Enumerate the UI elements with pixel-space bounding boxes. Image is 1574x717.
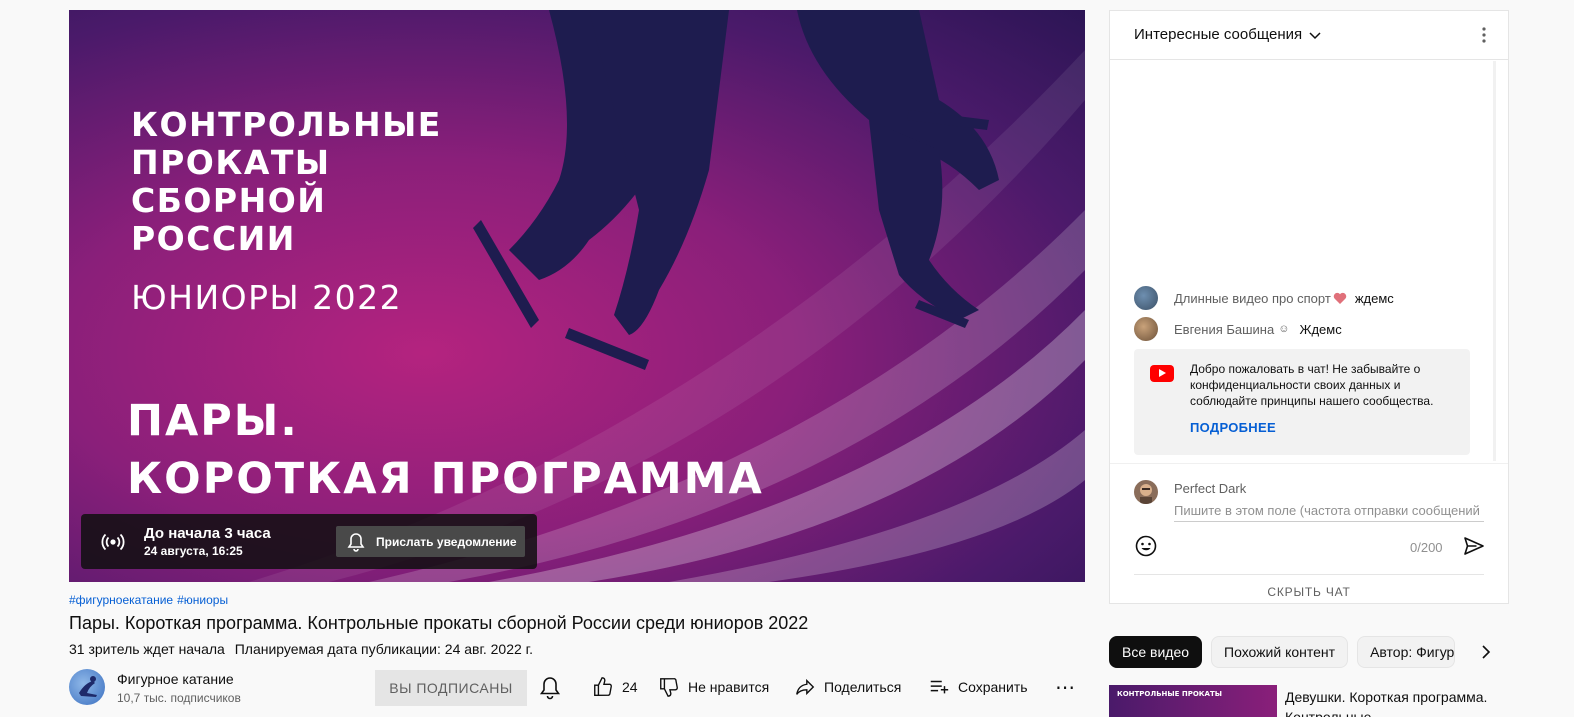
poster-title-line: СБОРНОЙ <box>131 181 327 220</box>
chat-text: Ждемс <box>1299 321 1342 337</box>
poster-subtitle: ЮНИОРЫ 2022 <box>131 278 403 317</box>
chat-author[interactable]: Длинные видео про спорт <box>1174 291 1331 306</box>
recommended-title[interactable]: Девушки. Короткая программа. Контрольные <box>1285 687 1505 717</box>
heart-icon <box>1333 292 1347 304</box>
chat-mode-dropdown[interactable]: Интересные сообщения <box>1134 26 1322 43</box>
notify-button[interactable]: Прислать уведомление <box>336 526 525 557</box>
emoji-icon[interactable] <box>1134 534 1158 558</box>
learn-more-link[interactable]: ПОДРОБНЕЕ <box>1190 420 1276 435</box>
char-counter: 0/200 <box>1410 540 1443 555</box>
hashtag-link[interactable]: #фигурноекатание <box>69 593 173 607</box>
smiley-icon: ☺ <box>1278 323 1290 335</box>
chip-all-videos[interactable]: Все видео <box>1109 636 1203 668</box>
more-actions-icon[interactable]: ⋯ <box>1055 675 1076 700</box>
welcome-text: Добро пожаловать в чат! Не забывайте о к… <box>1190 362 1434 408</box>
hashtag-link[interactable]: #юниоры <box>177 593 228 607</box>
chevron-down-icon <box>1309 31 1321 39</box>
kebab-menu-icon[interactable] <box>1482 25 1486 45</box>
broadcast-icon <box>101 533 125 551</box>
skater-icon <box>79 676 97 697</box>
user-face-icon <box>1140 484 1152 504</box>
poster-title-line: ПРОКАТЫ <box>131 143 331 182</box>
channel-name[interactable]: Фигурное катание <box>117 671 234 687</box>
like-count: 24 <box>622 679 638 695</box>
welcome-banner: Добро пожаловать в чат! Не забывайте о к… <box>1134 349 1470 455</box>
dislike-label: Не нравится <box>688 679 770 695</box>
related-filter-chips: Все видео Похожий контент Автор: Фигурно… <box>1109 636 1464 668</box>
channel-avatar[interactable] <box>69 669 105 705</box>
chat-mode-title: Интересные сообщения <box>1134 26 1303 43</box>
hashtags: #фигурноекатание #юниоры <box>69 593 232 607</box>
chat-header: Интересные сообщения <box>1110 11 1508 60</box>
chip-author[interactable]: Автор: Фигурное катание <box>1357 636 1456 668</box>
poster-event-line: КОРОТКАЯ ПРОГРАММА <box>127 454 764 504</box>
subscribed-button[interactable]: ВЫ ПОДПИСАНЫ <box>375 670 527 706</box>
bell-icon[interactable] <box>539 676 561 700</box>
chat-text: ждемс <box>1354 290 1394 306</box>
video-meta: 31 зритель ждет начала Планируемая дата … <box>69 641 533 657</box>
chat-message: Евгения Башина ☺ Ждемс <box>1134 317 1342 341</box>
chat-message: Длинные видео про спорт ждемс <box>1134 286 1394 310</box>
youtube-watch-page: КОНТРОЛЬНЫЕ ПРОКАТЫ СБОРНОЙ РОССИИ ЮНИОР… <box>0 0 1574 717</box>
save-label: Сохранить <box>958 679 1028 695</box>
hide-chat-button[interactable]: СКРЫТЬ ЧАТ <box>1134 574 1484 599</box>
user-avatar[interactable] <box>1134 317 1158 341</box>
user-avatar[interactable] <box>1134 286 1158 310</box>
like-button[interactable]: 24 <box>592 676 638 698</box>
thumbs-down-icon <box>660 678 678 697</box>
chevron-right-icon[interactable] <box>1476 642 1496 662</box>
recommended-thumbnail[interactable]: КОНТРОЛЬНЫЕ ПРОКАТЫ <box>1109 685 1277 717</box>
thumbs-up-icon <box>594 677 612 696</box>
share-icon <box>796 678 815 696</box>
subscriber-count: 10,7 тыс. подписчиков <box>117 691 241 705</box>
poster-event: ПАРЫ. КОРОТКАЯ ПРОГРАММА <box>127 392 764 508</box>
poster-event-line: ПАРЫ. <box>127 396 299 446</box>
dislike-button[interactable]: Не нравится <box>658 676 769 698</box>
notify-button-label: Прислать уведомление <box>376 534 517 549</box>
live-chat: Интересные сообщения Длинные видео про с… <box>1109 10 1509 604</box>
chat-author[interactable]: Евгения Башина <box>1174 322 1274 337</box>
thumbnail-text: КОНТРОЛЬНЫЕ ПРОКАТЫ <box>1117 690 1222 698</box>
chip-related[interactable]: Похожий контент <box>1211 636 1349 668</box>
premiere-datetime: 24 августа, 16:25 <box>144 544 243 558</box>
chat-input-area: Perfect Dark 0/200 СКРЫТЬ ЧАТ <box>1110 463 1508 603</box>
share-button[interactable]: Поделиться <box>794 676 901 698</box>
youtube-logo-icon <box>1150 365 1174 382</box>
current-user-name: Perfect Dark <box>1174 481 1247 496</box>
send-icon[interactable] <box>1462 534 1486 558</box>
save-button[interactable]: Сохранить <box>928 676 1028 698</box>
chat-scrollbar[interactable] <box>1493 61 1496 461</box>
video-title: Пары. Короткая программа. Контрольные пр… <box>69 613 809 633</box>
bell-icon <box>347 533 365 552</box>
scheduled-date: Планируемая дата публикации: 24 авг. 202… <box>234 641 533 657</box>
playlist-add-icon <box>930 680 949 694</box>
countdown-text: До начала 3 часа <box>144 525 271 542</box>
owner-row: Фигурное катание 10,7 тыс. подписчиков В… <box>69 668 1085 708</box>
share-label: Поделиться <box>824 679 902 695</box>
premiere-countdown-card: До начала 3 часа 24 августа, 16:25 Присл… <box>81 514 537 569</box>
poster-title: КОНТРОЛЬНЫЕ ПРОКАТЫ СБОРНОЙ РОССИИ <box>131 106 442 258</box>
video-player[interactable]: КОНТРОЛЬНЫЕ ПРОКАТЫ СБОРНОЙ РОССИИ ЮНИОР… <box>69 10 1085 582</box>
poster-title-line: РОССИИ <box>131 219 296 258</box>
current-user-avatar <box>1134 480 1158 504</box>
poster-title-line: КОНТРОЛЬНЫЕ <box>131 105 442 144</box>
chat-message-input[interactable] <box>1174 500 1484 522</box>
waiting-count: 31 зритель ждет начала <box>69 641 225 657</box>
